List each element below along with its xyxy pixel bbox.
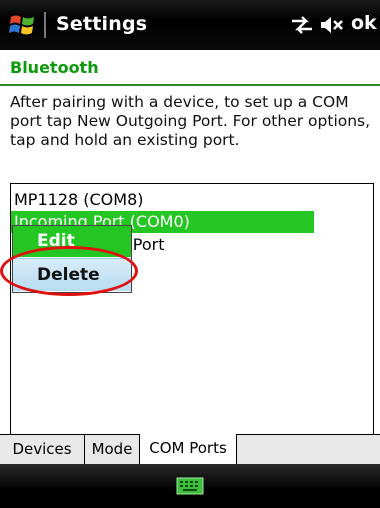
tab-com-ports[interactable]: COM Ports: [140, 434, 237, 464]
delete-menu-item[interactable]: Delete: [13, 258, 131, 291]
connectivity-icon[interactable]: [290, 15, 314, 35]
title-bar: Settings ok: [0, 0, 380, 50]
section-title: Bluetooth: [10, 58, 99, 77]
page-title: Settings: [56, 13, 148, 35]
com-port-list[interactable]: MP1128 (COM8) Incoming Port (COM0) New O…: [10, 183, 374, 435]
tab-mode[interactable]: Mode: [85, 435, 140, 464]
section-header: Bluetooth: [0, 50, 380, 86]
tab-bar-filler: [237, 435, 380, 464]
title-separator: [44, 12, 46, 38]
ok-button[interactable]: ok: [351, 12, 377, 34]
instructions-text: After pairing with a device, to set up a…: [10, 93, 371, 149]
keyboard-icon[interactable]: [176, 477, 204, 495]
list-item[interactable]: MP1128 (COM8): [11, 189, 314, 211]
windows-start-icon[interactable]: [8, 11, 38, 39]
tab-devices[interactable]: Devices: [0, 435, 85, 464]
edit-menu-item[interactable]: Edit: [13, 226, 131, 257]
tab-bar: Devices Mode COM Ports: [0, 434, 380, 465]
context-menu: Edit Delete: [12, 225, 132, 293]
softkey-bar: [0, 464, 380, 508]
volume-muted-icon[interactable]: [320, 15, 346, 35]
